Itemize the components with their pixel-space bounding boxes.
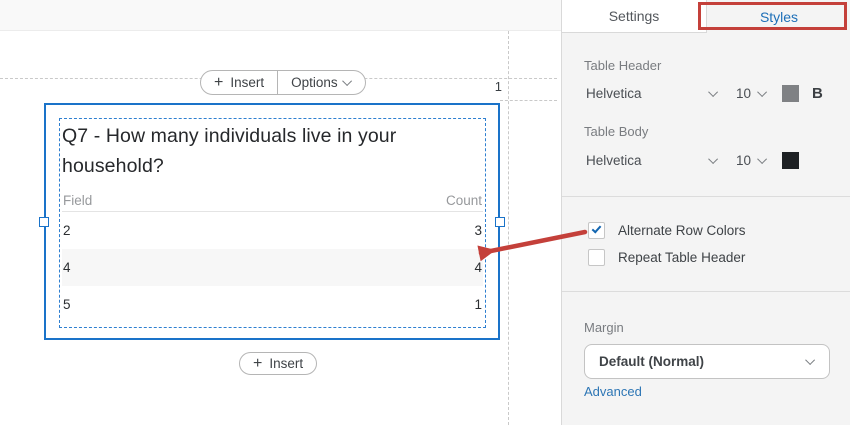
font-family-select[interactable]: Helvetica <box>586 86 642 101</box>
widget-title[interactable]: Q7 - How many individuals live in your h… <box>62 121 454 181</box>
chevron-down-icon[interactable] <box>757 154 768 165</box>
resize-handle-right[interactable] <box>495 217 505 227</box>
table-header-font-row: Helvetica 10 B <box>584 85 834 103</box>
panel-tab-bar: Settings Styles <box>562 0 850 33</box>
checkbox-alternate-row-colors[interactable]: Alternate Row Colors <box>588 221 746 239</box>
canvas-top-strip <box>0 0 561 31</box>
table-header-label: Table Header <box>584 58 662 73</box>
margin-select[interactable]: Default (Normal) <box>584 344 830 379</box>
font-size-select[interactable]: 10 <box>736 86 751 101</box>
field-cell: 5 <box>63 297 71 312</box>
widget-table: Field Count 234451 <box>62 189 483 323</box>
column-header-count: Count <box>445 192 482 208</box>
count-cell: 1 <box>474 297 482 312</box>
page-margin-guide-vertical <box>508 31 509 425</box>
chevron-down-icon[interactable] <box>708 87 719 98</box>
field-cell: 2 <box>63 223 71 238</box>
insert-below-button[interactable]: + Insert <box>240 353 316 374</box>
checkmark-icon <box>591 223 602 234</box>
page-number: 1 <box>494 79 502 94</box>
table-row: 51 <box>62 286 483 323</box>
section-divider <box>562 291 850 292</box>
insert-button-label: Insert <box>230 75 265 90</box>
section-divider <box>562 196 850 197</box>
chevron-down-icon[interactable] <box>708 154 719 165</box>
header-color-swatch[interactable] <box>782 85 799 102</box>
resize-handle-left[interactable] <box>39 217 49 227</box>
chevron-down-icon[interactable] <box>757 87 768 98</box>
column-header-field: Field <box>63 192 93 208</box>
tab-settings[interactable]: Settings <box>562 0 707 33</box>
margin-select-value: Default (Normal) <box>599 354 705 369</box>
insert-below-label: Insert <box>269 356 304 371</box>
body-color-swatch[interactable] <box>782 152 799 169</box>
plus-icon: + <box>253 354 263 372</box>
options-button[interactable]: Options <box>278 71 365 94</box>
insert-button[interactable]: + Insert <box>201 71 277 94</box>
bottom-insert-pill: + Insert <box>239 352 318 375</box>
styles-panel: Settings Styles Table Header Helvetica 1… <box>561 0 850 425</box>
widget-content-selection[interactable]: Q7 - How many individuals live in your h… <box>59 118 486 328</box>
count-cell: 3 <box>474 223 482 238</box>
widget-table-body: 234451 <box>62 212 483 323</box>
checkbox-label: Repeat Table Header <box>618 249 746 265</box>
bold-toggle[interactable]: B <box>812 85 823 102</box>
table-row: 44 <box>62 249 483 286</box>
unchecked-checkbox-icon[interactable] <box>588 248 605 266</box>
field-cell: 4 <box>63 260 71 275</box>
margin-label: Margin <box>584 320 624 335</box>
checkbox-label: Alternate Row Colors <box>618 222 746 238</box>
table-header-row: Field Count <box>62 189 483 212</box>
selected-table-widget[interactable]: Q7 - How many individuals live in your h… <box>44 103 500 340</box>
plus-icon: + <box>214 73 224 91</box>
widget-top-guide <box>500 100 557 101</box>
font-family-select[interactable]: Helvetica <box>586 153 642 168</box>
chevron-down-icon <box>805 355 816 366</box>
count-cell: 4 <box>474 260 482 275</box>
table-row: 23 <box>62 212 483 249</box>
report-canvas: 1 + Insert Options Q7 - How many individ… <box>0 0 561 425</box>
table-body-label: Table Body <box>584 124 649 139</box>
checkbox-repeat-table-header[interactable]: Repeat Table Header <box>588 248 745 266</box>
advanced-link[interactable]: Advanced <box>584 384 642 399</box>
options-button-label: Options <box>291 75 338 90</box>
insert-options-toolbar: + Insert Options <box>200 70 366 95</box>
chevron-down-icon <box>341 76 352 87</box>
font-size-select[interactable]: 10 <box>736 153 751 168</box>
checked-checkbox-icon[interactable] <box>588 221 605 239</box>
tab-styles[interactable]: Styles <box>707 0 850 33</box>
table-body-font-row: Helvetica 10 <box>584 152 834 170</box>
